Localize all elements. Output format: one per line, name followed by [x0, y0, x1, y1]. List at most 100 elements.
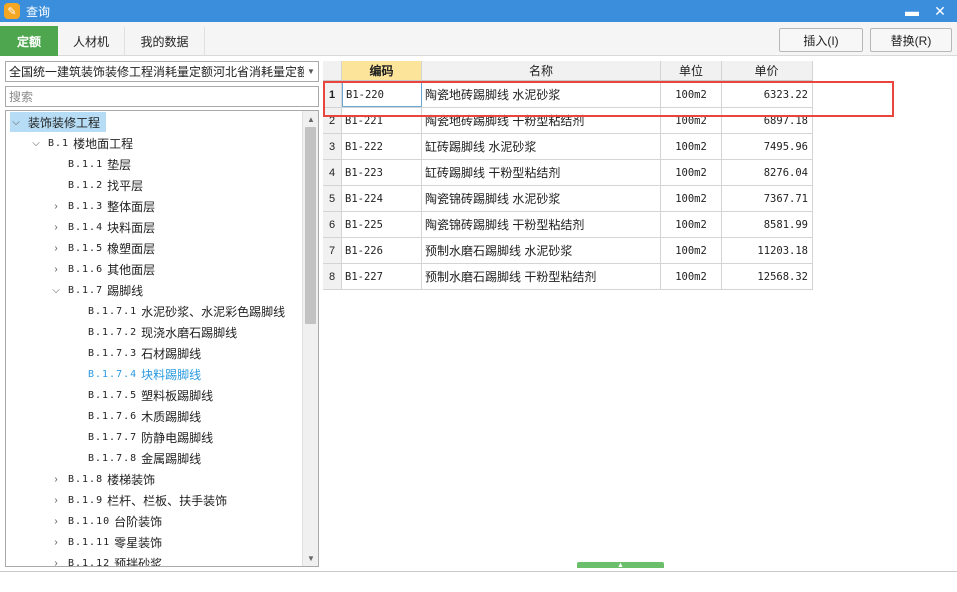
- row-name[interactable]: 预制水磨石踢脚线 水泥砂浆: [422, 238, 661, 263]
- row-code[interactable]: B1-227: [342, 264, 422, 289]
- table-row[interactable]: 8 B1-227 预制水磨石踢脚线 干粉型粘结剂 100m2 12568.32: [323, 264, 813, 290]
- row-price[interactable]: 8581.99: [722, 212, 813, 237]
- table-row[interactable]: 4 B1-223 缸砖踢脚线 干粉型粘结剂 100m2 8276.04: [323, 160, 813, 186]
- row-code[interactable]: B1-221: [342, 108, 422, 133]
- row-unit[interactable]: 100m2: [661, 134, 722, 159]
- tab-labor-material-machine[interactable]: 人材机: [58, 27, 125, 56]
- app-logo-icon: ✎: [4, 3, 20, 19]
- minimize-button[interactable]: ▬: [898, 0, 926, 22]
- chevron-right-icon[interactable]: ›: [50, 495, 62, 506]
- tree-scrollbar[interactable]: ▲ ▼: [302, 111, 318, 566]
- table-row[interactable]: 1 B1-220 陶瓷地砖踢脚线 水泥砂浆 100m2 6323.22: [323, 82, 813, 108]
- tree-node[interactable]: B.1.7.3 石材踢脚线: [70, 343, 201, 363]
- row-name[interactable]: 预制水磨石踢脚线 干粉型粘结剂: [422, 264, 661, 289]
- tree-node[interactable]: B.1.2 找平层: [50, 175, 143, 195]
- quota-library-select[interactable]: 全国统一建筑装饰装修工程消耗量定额河北省消耗量定额 ▼: [5, 61, 319, 82]
- chevron-right-icon[interactable]: ›: [50, 201, 62, 212]
- chevron-right-icon[interactable]: ›: [50, 243, 62, 254]
- row-name[interactable]: 缸砖踢脚线 干粉型粘结剂: [422, 160, 661, 185]
- tree-node[interactable]: B.1.7.8 金属踢脚线: [70, 448, 201, 468]
- table-row[interactable]: 5 B1-224 陶瓷锦砖踢脚线 水泥砂浆 100m2 7367.71: [323, 186, 813, 212]
- table-row[interactable]: 6 B1-225 陶瓷锦砖踢脚线 干粉型粘结剂 100m2 8581.99: [323, 212, 813, 238]
- tree-node[interactable]: › B.1.4 块料面层: [50, 217, 155, 237]
- chevron-down-icon[interactable]: ⌵: [30, 138, 42, 149]
- tree-node[interactable]: ⌵ B.1 楼地面工程: [30, 133, 133, 153]
- tree-node[interactable]: › B.1.9 栏杆、栏板、扶手装饰: [50, 490, 227, 510]
- tab-my-data[interactable]: 我的数据: [125, 27, 205, 56]
- row-name[interactable]: 陶瓷锦砖踢脚线 水泥砂浆: [422, 186, 661, 211]
- insert-button[interactable]: 插入(I): [779, 28, 863, 52]
- chevron-right-icon[interactable]: ›: [50, 222, 62, 233]
- tree-node[interactable]: › B.1.3 整体面层: [50, 196, 155, 216]
- row-index: 3: [323, 134, 342, 159]
- tree-node[interactable]: ⌵ 装饰装修工程: [10, 112, 107, 132]
- header-unit[interactable]: 单位: [661, 61, 722, 80]
- row-unit[interactable]: 100m2: [661, 160, 722, 185]
- tree-node[interactable]: B.1.1 垫层: [50, 154, 131, 174]
- grid-header: 编码 名称 单位 单价: [323, 61, 813, 81]
- tree-node[interactable]: B.1.7.4 块料踢脚线: [70, 364, 201, 384]
- chevron-right-icon[interactable]: ›: [50, 558, 62, 567]
- row-price[interactable]: 7495.96: [722, 134, 813, 159]
- row-unit[interactable]: 100m2: [661, 238, 722, 263]
- header-name[interactable]: 名称: [422, 61, 661, 80]
- row-code[interactable]: B1-225: [342, 212, 422, 237]
- scroll-thumb[interactable]: [305, 127, 316, 324]
- tree-node-label: 装饰装修工程: [28, 115, 101, 130]
- row-name[interactable]: 缸砖踢脚线 水泥砂浆: [422, 134, 661, 159]
- row-price[interactable]: 6323.22: [722, 82, 813, 107]
- scroll-down-icon[interactable]: ▼: [303, 550, 318, 566]
- row-unit[interactable]: 100m2: [661, 212, 722, 237]
- header-code[interactable]: 编码: [342, 61, 422, 80]
- tree-node[interactable]: › B.1.5 橡塑面层: [50, 238, 155, 258]
- tree-node[interactable]: › B.1.8 楼梯装饰: [50, 469, 155, 489]
- tree-node[interactable]: ⌵ B.1.7 踢脚线: [50, 280, 143, 300]
- row-price[interactable]: 12568.32: [722, 264, 813, 289]
- chevron-right-icon[interactable]: ›: [50, 474, 62, 485]
- chevron-down-icon[interactable]: ▼: [304, 67, 318, 76]
- row-unit[interactable]: 100m2: [661, 82, 722, 107]
- row-code[interactable]: B1-226: [342, 238, 422, 263]
- chevron-down-icon[interactable]: ⌵: [50, 285, 62, 296]
- chevron-right-icon[interactable]: ›: [50, 264, 62, 275]
- row-price[interactable]: 11203.18: [722, 238, 813, 263]
- tree-node[interactable]: › B.1.10 台阶装饰: [50, 511, 162, 531]
- chevron-up-icon[interactable]: ▲: [617, 562, 624, 569]
- panel-splitter[interactable]: ▲: [577, 562, 664, 569]
- row-code[interactable]: B1-220: [342, 82, 422, 107]
- close-button[interactable]: ✕: [926, 0, 954, 22]
- chevron-right-icon[interactable]: ›: [50, 516, 62, 527]
- replace-button[interactable]: 替换(R): [870, 28, 952, 52]
- table-row[interactable]: 2 B1-221 陶瓷地砖踢脚线 干粉型粘结剂 100m2 6897.18: [323, 108, 813, 134]
- tree-node[interactable]: B.1.7.7 防静电踢脚线: [70, 427, 213, 447]
- tree-node[interactable]: B.1.7.2 现浇水磨石踢脚线: [70, 322, 237, 342]
- tree-node[interactable]: B.1.7.5 塑料板踢脚线: [70, 385, 213, 405]
- row-price[interactable]: 8276.04: [722, 160, 813, 185]
- row-price[interactable]: 7367.71: [722, 186, 813, 211]
- tree-node-code: B.1.7.7: [88, 431, 138, 443]
- tree-node[interactable]: › B.1.6 其他面层: [50, 259, 155, 279]
- row-unit[interactable]: 100m2: [661, 186, 722, 211]
- tree-node-label: 防静电踢脚线: [141, 430, 214, 445]
- row-name[interactable]: 陶瓷锦砖踢脚线 干粉型粘结剂: [422, 212, 661, 237]
- tree-node[interactable]: › B.1.11 零星装饰: [50, 532, 162, 552]
- tree-node[interactable]: B.1.7.1 水泥砂浆、水泥彩色踢脚线: [70, 301, 285, 321]
- tree-node[interactable]: B.1.7.6 木质踢脚线: [70, 406, 201, 426]
- chevron-right-icon[interactable]: ›: [50, 537, 62, 548]
- row-code[interactable]: B1-223: [342, 160, 422, 185]
- chevron-down-icon[interactable]: ⌵: [10, 117, 22, 128]
- scroll-up-icon[interactable]: ▲: [303, 111, 318, 127]
- header-price[interactable]: 单价: [722, 61, 813, 80]
- search-input[interactable]: [5, 86, 319, 107]
- row-code[interactable]: B1-224: [342, 186, 422, 211]
- table-row[interactable]: 7 B1-226 预制水磨石踢脚线 水泥砂浆 100m2 11203.18: [323, 238, 813, 264]
- row-price[interactable]: 6897.18: [722, 108, 813, 133]
- row-name[interactable]: 陶瓷地砖踢脚线 干粉型粘结剂: [422, 108, 661, 133]
- tab-quota[interactable]: 定额: [0, 26, 58, 56]
- row-code[interactable]: B1-222: [342, 134, 422, 159]
- row-unit[interactable]: 100m2: [661, 108, 722, 133]
- row-unit[interactable]: 100m2: [661, 264, 722, 289]
- row-name[interactable]: 陶瓷地砖踢脚线 水泥砂浆: [422, 82, 661, 107]
- tree-node[interactable]: › B.1.12 预拌砂浆: [50, 553, 162, 567]
- table-row[interactable]: 3 B1-222 缸砖踢脚线 水泥砂浆 100m2 7495.96: [323, 134, 813, 160]
